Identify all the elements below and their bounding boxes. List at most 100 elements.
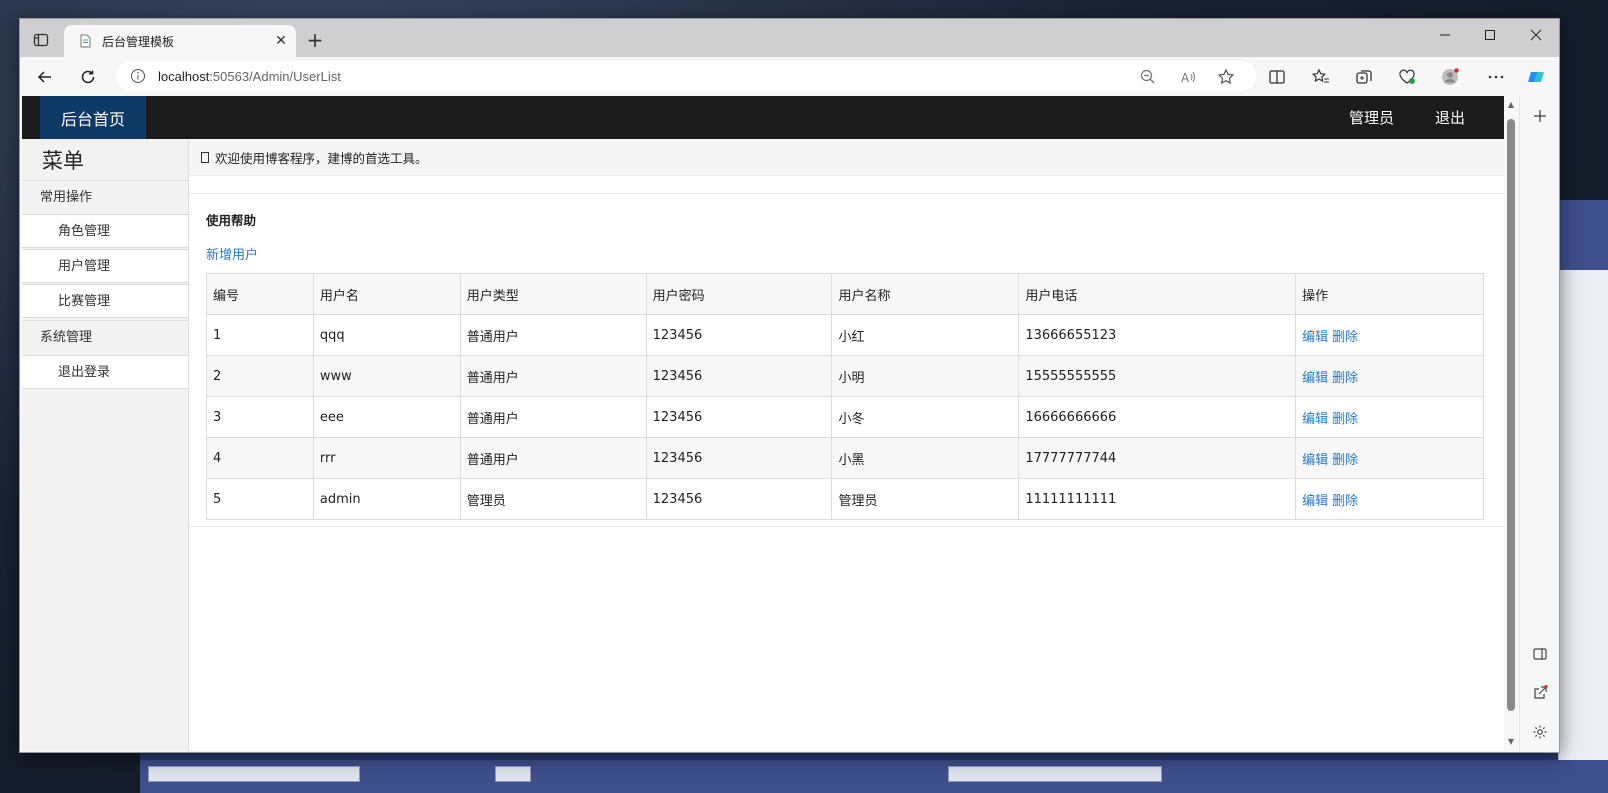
edit-link[interactable]: 编辑: [1302, 330, 1328, 345]
edit-link[interactable]: 编辑: [1302, 371, 1328, 386]
open-external-icon[interactable]: [1528, 681, 1552, 705]
welcome-bar: 欢迎使用博客程序，建博的首选工具。: [189, 139, 1504, 176]
table-cell: 普通用户: [459, 314, 647, 356]
sidebar-item-role-management[interactable]: 角色管理: [22, 214, 188, 248]
refresh-icon[interactable]: [74, 63, 102, 91]
scroll-up-icon[interactable]: ▲: [1506, 100, 1516, 110]
brand-home-link[interactable]: 后台首页: [40, 96, 146, 139]
minimize-icon[interactable]: [1423, 19, 1467, 51]
settings-gear-icon[interactable]: [1528, 720, 1552, 744]
page-scrollbar[interactable]: ▲ ▼: [1504, 96, 1518, 751]
table-cell: 13666655123: [1018, 314, 1297, 356]
table-cell: 1: [206, 314, 314, 356]
table-cell: 17777777744: [1018, 437, 1297, 479]
split-screen-icon[interactable]: [1263, 63, 1291, 91]
background-field: [495, 766, 531, 782]
delete-link[interactable]: 删除: [1332, 371, 1358, 386]
more-menu-icon[interactable]: [1482, 63, 1510, 91]
table-cell: 123456: [645, 396, 833, 438]
tab-title: 后台管理模板: [102, 34, 175, 49]
browser-essentials-icon[interactable]: [1393, 63, 1421, 91]
delete-link[interactable]: 删除: [1332, 494, 1358, 509]
table-cell: 11111111111: [1018, 478, 1297, 520]
background-side-panel: [1558, 200, 1608, 760]
delete-link[interactable]: 删除: [1332, 330, 1358, 345]
content-panel: 使用帮助 新增用户 编号 用户名 用户类型 用户密码 用户名称 用户电话 操作 …: [189, 193, 1504, 527]
url-path: :50563/Admin/UserList: [209, 68, 341, 84]
copilot-icon[interactable]: [1522, 63, 1550, 91]
table-cell: admin: [312, 478, 461, 520]
column-header: 用户名称: [831, 273, 1020, 315]
table-cell: 小冬: [831, 396, 1020, 438]
table-cell: www: [312, 355, 461, 397]
column-header: 用户电话: [1018, 273, 1297, 315]
sidebar-item-user-management[interactable]: 用户管理: [22, 249, 188, 283]
table-cell: eee: [312, 396, 461, 438]
menu-title: 菜单: [42, 149, 84, 173]
add-user-link[interactable]: 新增用户: [206, 244, 258, 263]
zoom-out-icon[interactable]: [1134, 63, 1162, 91]
table-cell: 普通用户: [459, 396, 647, 438]
delete-link[interactable]: 删除: [1332, 412, 1358, 427]
close-tab-icon[interactable]: ✕: [270, 30, 292, 52]
background-side-header: [1559, 200, 1608, 270]
help-title: 使用帮助: [206, 213, 257, 228]
table-cell: 管理员: [459, 478, 647, 520]
edit-link[interactable]: 编辑: [1302, 412, 1328, 427]
actions-cell: 编辑 删除: [1295, 437, 1484, 479]
column-header: 用户密码: [645, 273, 833, 315]
sidebar-item-match-management[interactable]: 比赛管理: [22, 284, 188, 318]
delete-link[interactable]: 删除: [1332, 453, 1358, 468]
table-header-row: 编号 用户名 用户类型 用户密码 用户名称 用户电话 操作: [206, 273, 1484, 315]
table-cell: 2: [206, 355, 314, 397]
edit-link[interactable]: 编辑: [1302, 494, 1328, 509]
address-bar[interactable]: localhost:50563/Admin/UserList: [116, 61, 1256, 91]
sidebar-menu: 菜单 常用操作 角色管理 用户管理 比赛管理 系统管理 退出登录: [22, 139, 189, 751]
column-header: 用户类型: [459, 273, 647, 315]
welcome-text: 欢迎使用博客程序，建博的首选工具。: [215, 150, 428, 166]
sidebar-item-logout[interactable]: 退出登录: [22, 355, 188, 389]
sidebar-group-common[interactable]: 常用操作: [22, 180, 188, 214]
table-cell: 5: [206, 478, 314, 520]
favorites-icon[interactable]: [1307, 63, 1335, 91]
add-sidebar-app-icon[interactable]: [1528, 104, 1552, 128]
new-tab-button[interactable]: +: [304, 28, 326, 52]
scroll-down-icon[interactable]: ▼: [1506, 737, 1516, 747]
table-row: 2 www 普通用户 123456 小明 15555555555 编辑 删除: [206, 355, 1484, 397]
back-icon[interactable]: [31, 63, 59, 91]
table-cell: qqq: [312, 314, 461, 356]
missing-glyph-icon: [201, 151, 209, 163]
table-cell: 4: [206, 437, 314, 479]
table-cell: 小黑: [831, 437, 1020, 479]
actions-cell: 编辑 删除: [1295, 478, 1484, 520]
nav-logout-link[interactable]: 退出: [1435, 96, 1465, 139]
browser-tab-active[interactable]: 后台管理模板 ✕: [64, 25, 296, 57]
actions-cell: 编辑 删除: [1295, 396, 1484, 438]
background-search-box: [148, 766, 360, 782]
table-cell: 普通用户: [459, 355, 647, 397]
page-favicon-icon: [80, 34, 91, 48]
browser-window: 后台管理模板 ✕ + localhost:50563/Admin/UserLis…: [19, 18, 1560, 753]
tab-strip: 后台管理模板 ✕ +: [20, 19, 1559, 57]
collections-icon[interactable]: [1350, 63, 1378, 91]
profile-avatar[interactable]: [1436, 63, 1464, 91]
maximize-icon[interactable]: [1468, 19, 1512, 51]
background-app-window: [140, 748, 1608, 793]
nav-admin-link[interactable]: 管理员: [1349, 96, 1394, 139]
tab-actions-icon[interactable]: [30, 29, 52, 51]
svg-text:A: A: [1181, 71, 1190, 85]
table-cell: 15555555555: [1018, 355, 1297, 397]
scrollbar-thumb[interactable]: [1507, 119, 1515, 711]
edge-side-bar: [1519, 96, 1559, 752]
actions-cell: 编辑 删除: [1295, 355, 1484, 397]
favorite-star-icon[interactable]: [1212, 63, 1240, 91]
sidebar-group-system[interactable]: 系统管理: [22, 320, 188, 354]
close-window-icon[interactable]: [1514, 19, 1558, 51]
hide-sidebar-icon[interactable]: [1528, 642, 1552, 666]
read-aloud-icon[interactable]: A: [1174, 63, 1202, 91]
table-cell: 123456: [645, 314, 833, 356]
url-text[interactable]: localhost:50563/Admin/UserList: [158, 69, 341, 84]
edit-link[interactable]: 编辑: [1302, 453, 1328, 468]
site-info-icon[interactable]: [130, 68, 146, 84]
actions-cell: 编辑 删除: [1295, 314, 1484, 356]
